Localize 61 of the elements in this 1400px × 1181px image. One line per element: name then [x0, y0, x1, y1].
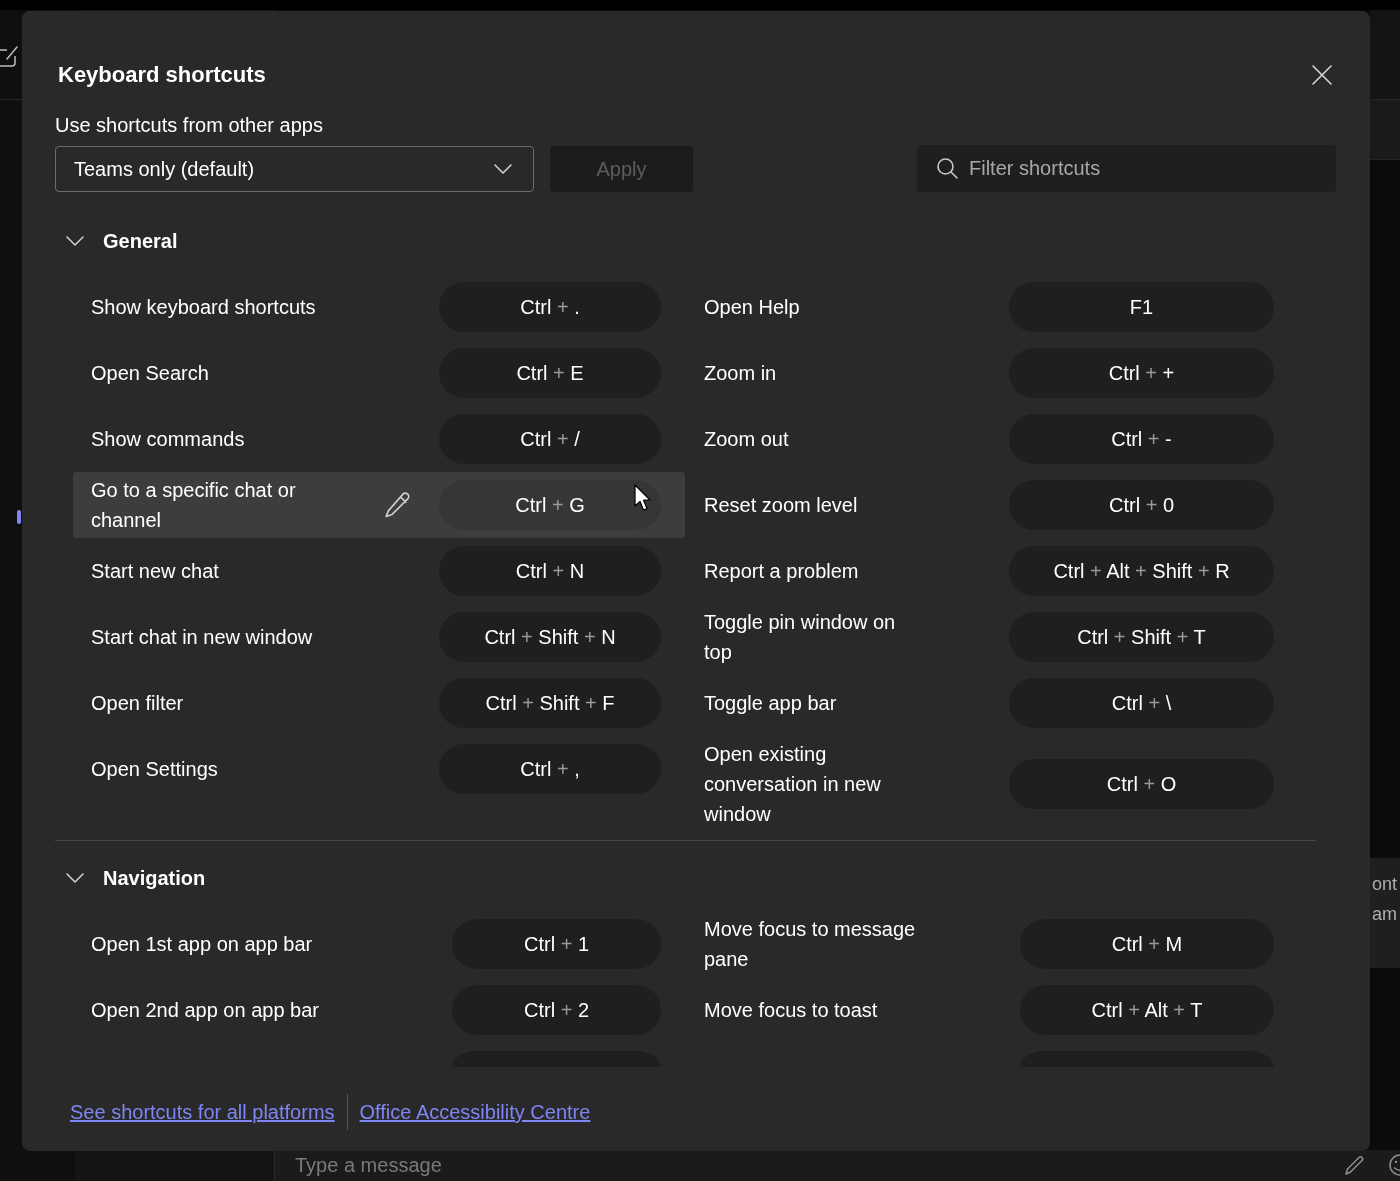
edit-icon[interactable]: [0, 45, 18, 67]
footer-link[interactable]: Office Accessibility Centre: [359, 1098, 591, 1126]
shortcut-action: Zoom in: [704, 362, 777, 384]
shortcut-action: Start chat in new window: [91, 626, 313, 648]
message-field[interactable]: Type a message: [275, 1150, 1400, 1181]
shortcut-keys: Ctrl + M: [1020, 919, 1274, 969]
shortcut-action: Show commands: [91, 428, 245, 450]
shortcut-keys: Ctrl + N: [439, 546, 661, 596]
shortcut-action: Open 2nd app on app bar: [91, 999, 319, 1021]
shortcut-action: Zoom out: [704, 428, 789, 450]
shortcut-keys: Ctrl + G: [439, 480, 661, 530]
shortcut-keys: Ctrl + \: [1009, 678, 1274, 728]
shortcut-keys: Ctrl + /: [439, 414, 661, 464]
shortcut-action: Show keyboard shortcuts: [91, 296, 316, 318]
shortcut-action: Report a problem: [704, 560, 859, 582]
emoji-icon[interactable]: [1388, 1154, 1400, 1176]
section-toggle[interactable]: General: [66, 226, 178, 256]
shortcut-action: Start new chat: [91, 560, 219, 582]
shortcut-action: Toggle app bar: [704, 692, 837, 714]
shortcut-keys: F1: [1009, 282, 1274, 332]
shortcut-action: Move focus to message pane: [704, 918, 916, 970]
panel-text: am: [1372, 903, 1397, 926]
section-toggle[interactable]: Navigation: [66, 863, 206, 893]
panel-text: ont: [1372, 873, 1398, 896]
pointer-cursor-icon: [634, 484, 652, 512]
shortcut-keys: Ctrl + 0: [1009, 480, 1274, 530]
shortcut-keys: Ctrl + 2: [452, 985, 661, 1035]
shortcut-keys: Ctrl + 1: [452, 919, 661, 969]
shortcut-keys: Ctrl + .: [439, 282, 661, 332]
shortcut-keys: Ctrl + +: [1009, 348, 1274, 398]
shortcut-source-dropdown[interactable]: Teams only (default): [55, 145, 534, 192]
shortcut-keys: Ctrl + Shift + N: [439, 612, 661, 662]
shortcut-action: Move focus to toast: [704, 999, 878, 1021]
field-label: Use shortcuts from other apps: [55, 114, 323, 136]
shortcut-action: Open filter: [91, 692, 184, 714]
shortcut-action: Go to a specific chat or channel: [91, 479, 296, 531]
shortcut-action: Open existing conversation in new window: [704, 743, 881, 825]
shortcut-action: Open Help: [704, 296, 800, 318]
shortcut-keys: Ctrl + Shift + F: [439, 678, 661, 728]
close-button[interactable]: [1312, 65, 1332, 85]
shortcut-action: Open Search: [91, 362, 209, 384]
dialog-title: Keyboard shortcuts: [58, 61, 266, 89]
pencil-icon[interactable]: [385, 492, 411, 518]
search-icon: [937, 158, 958, 179]
shortcut-keys: Ctrl + O: [1009, 759, 1274, 809]
shortcut-action: Open Settings: [91, 758, 218, 780]
shortcut-keys: Ctrl + Alt + Shift + R: [1009, 546, 1274, 596]
filter-field[interactable]: Filter shortcuts: [917, 145, 1336, 192]
shortcut-keys: Ctrl + -: [1009, 414, 1274, 464]
shortcut-keys: Ctrl + Shift + T: [1009, 612, 1274, 662]
shortcut-keys: Ctrl + Alt + T: [1020, 985, 1274, 1035]
shortcut-row[interactable]: Go to a specific chat or channel Ctrl + G: [73, 472, 685, 538]
selection-indicator: [17, 510, 21, 524]
shortcut-keys: Ctrl + E: [439, 348, 661, 398]
shortcut-keys: Ctrl + ,: [439, 744, 661, 794]
shortcut-action: Toggle pin window on top: [704, 611, 896, 663]
chevron-down-icon: [494, 163, 512, 174]
shortcut-action: Open 1st app on app bar: [91, 933, 313, 955]
footer-link[interactable]: See shortcuts for all platforms: [70, 1098, 335, 1126]
shortcut-action: Reset zoom level: [704, 494, 858, 516]
close-icon: [1312, 65, 1332, 85]
